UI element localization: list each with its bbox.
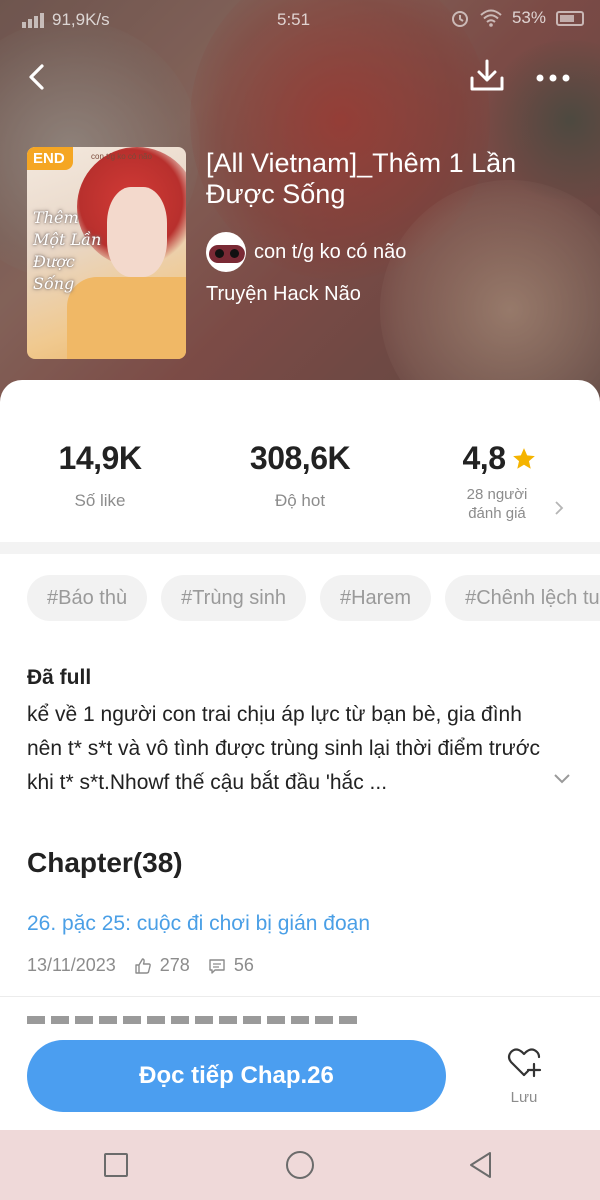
- book-title: [All Vietnam]_Thêm 1 Lần Được Sống: [206, 148, 517, 209]
- battery-percent: 53%: [511, 8, 546, 27]
- save-button[interactable]: Lưu: [496, 1046, 552, 1106]
- rating-stat[interactable]: 4,8 28 người đánh giá: [400, 440, 600, 523]
- next-chapter-peek: [27, 1016, 547, 1024]
- chapter-title[interactable]: 26. pặc 25: cuộc đi chơi bị gián đoạn: [27, 912, 370, 936]
- back-chevron-icon[interactable]: [22, 58, 62, 98]
- synopsis-text[interactable]: kể về 1 người con trai chịu áp lực từ bạ…: [27, 698, 547, 800]
- author-avatar[interactable]: [206, 232, 246, 272]
- more-dots-icon[interactable]: [532, 58, 574, 98]
- bottom-action-bar: Đọc tiếp Chap.26 Lưu: [0, 1024, 600, 1130]
- status-bar: 91,9K/s 5:51 53%: [0, 6, 600, 36]
- likes-count: 14,9K: [58, 440, 142, 476]
- tag-list: #Báo thù #Trùng sinh #Harem #Chênh lệch tuổ…: [27, 575, 600, 623]
- book-cover[interactable]: Thêm Một Lần Được Sống END con t/g ko có…: [27, 147, 186, 359]
- end-badge: END: [27, 147, 73, 170]
- rating-value: 4,8: [462, 440, 506, 476]
- heart-plus-icon: [507, 1048, 542, 1078]
- thumbs-up-icon: [135, 957, 151, 974]
- wifi-icon: [480, 9, 502, 27]
- home-icon[interactable]: [286, 1151, 314, 1179]
- tag-chip[interactable]: #Chênh lệch tuổi: [445, 575, 600, 621]
- chapter-date: 13/11/2023: [27, 955, 116, 975]
- top-nav: [0, 56, 600, 100]
- network-speed: 91,9K/s: [52, 10, 110, 29]
- cover-title: Thêm Một Lần Được Sống: [33, 208, 102, 293]
- completion-status: Đã full: [27, 666, 92, 689]
- genre-label[interactable]: Truyện Hack Não: [206, 283, 361, 306]
- chapter-likes: 278: [159, 955, 190, 975]
- alarm-icon: [451, 11, 468, 27]
- signal-icon: [22, 12, 44, 28]
- stats-row: 14,9K Số like 308,6K Độ hot 4,8 28 người…: [0, 380, 600, 540]
- hot-label: Độ hot: [274, 491, 326, 510]
- hot-count: 308,6K: [249, 440, 351, 476]
- battery-icon: [556, 10, 584, 26]
- chapter-meta: 13/11/2023 278 56: [27, 955, 254, 976]
- system-nav-bar: [0, 1130, 600, 1200]
- download-icon[interactable]: [466, 56, 508, 98]
- tag-chip[interactable]: #Trùng sinh: [161, 575, 306, 621]
- rating-label: 28 người đánh giá: [466, 486, 528, 522]
- continue-reading-button[interactable]: Đọc tiếp Chap.26: [27, 1040, 446, 1112]
- recents-icon[interactable]: [104, 1153, 128, 1177]
- cover-credit: con t/g ko có não: [91, 152, 152, 161]
- chevron-down-icon[interactable]: [552, 772, 572, 786]
- tag-chip[interactable]: #Báo thù: [27, 575, 148, 621]
- clock: 5:51: [277, 10, 311, 29]
- comment-icon: [209, 958, 225, 974]
- hot-stat: 308,6K Độ hot: [200, 440, 400, 511]
- section-separator: [0, 542, 600, 554]
- likes-stat: 14,9K Số like: [0, 440, 200, 511]
- chevron-right-icon[interactable]: [553, 500, 565, 516]
- author-name[interactable]: con t/g ko có não: [254, 241, 406, 264]
- likes-label: Số like: [74, 491, 126, 510]
- tag-chip[interactable]: #Harem: [319, 575, 432, 621]
- author-row[interactable]: con t/g ko có não: [206, 232, 406, 272]
- save-label: Lưu: [510, 1089, 538, 1106]
- back-triangle-icon[interactable]: [466, 1150, 496, 1180]
- list-divider: [0, 996, 600, 997]
- star-icon: [513, 447, 536, 469]
- chapter-heading[interactable]: Chapter(38): [27, 847, 183, 879]
- chapter-comments: 56: [233, 955, 254, 975]
